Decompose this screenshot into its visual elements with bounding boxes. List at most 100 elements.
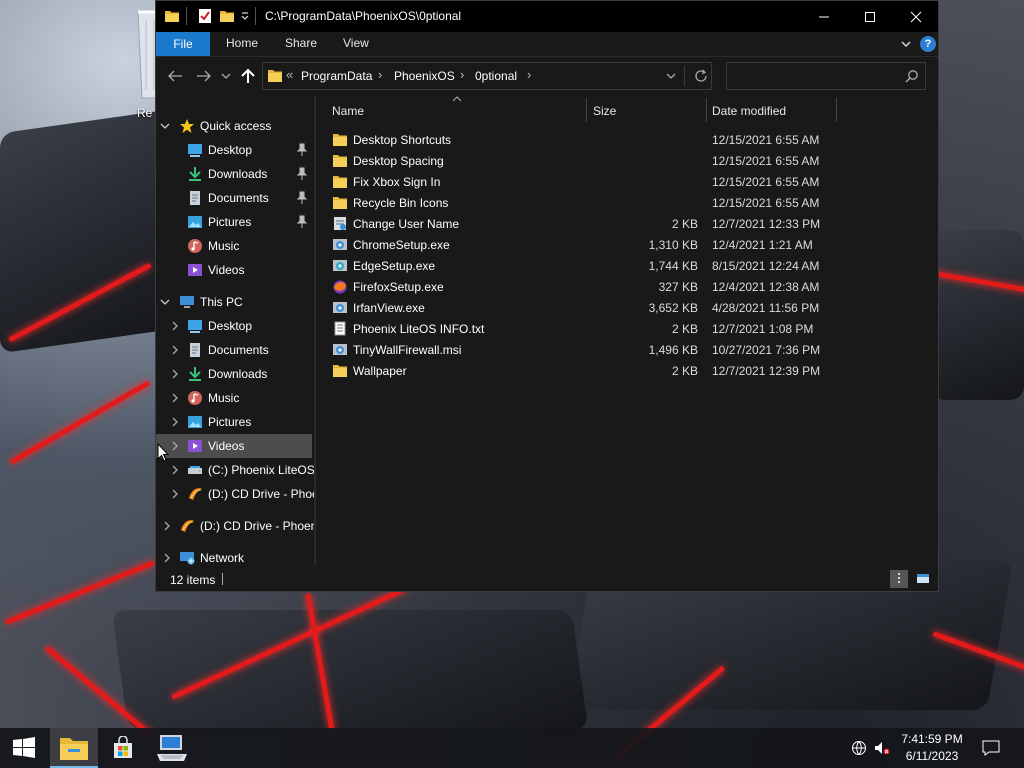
file-row[interactable]: Wallpaper 2 KB 12/7/2021 12:39 PM bbox=[324, 360, 824, 381]
taskbar-computer[interactable] bbox=[148, 728, 196, 768]
nav-item-network[interactable]: Network bbox=[156, 546, 312, 566]
chevron-right-icon[interactable] bbox=[162, 520, 172, 532]
breadcrumb-item[interactable]: ProgramData bbox=[301, 69, 372, 83]
recent-locations-icon[interactable] bbox=[220, 68, 232, 84]
chevron-right-icon[interactable] bbox=[170, 488, 180, 500]
breadcrumb-item[interactable]: PhoenixOS bbox=[394, 69, 455, 83]
nav-item-pc-pictures[interactable]: Pictures bbox=[156, 410, 312, 434]
refresh-icon[interactable] bbox=[693, 68, 709, 84]
file-row[interactable]: ChromeSetup.exe 1,310 KB 12/4/2021 1:21 … bbox=[324, 234, 824, 255]
breadcrumb-item[interactable]: 0ptional bbox=[475, 69, 517, 83]
minimize-button[interactable] bbox=[801, 1, 847, 32]
help-button[interactable]: ? bbox=[920, 36, 936, 52]
nav-item-pc-documents[interactable]: Documents bbox=[156, 338, 312, 362]
chevron-right-icon[interactable] bbox=[170, 344, 180, 356]
pin-icon[interactable] bbox=[296, 191, 308, 205]
start-button[interactable] bbox=[0, 728, 48, 768]
file-row[interactable]: IrfanView.exe 3,652 KB 4/28/2021 11:56 P… bbox=[324, 297, 824, 318]
chevron-down-icon[interactable] bbox=[160, 296, 170, 308]
nav-item-videos[interactable]: Videos bbox=[156, 258, 312, 282]
nav-item-music[interactable]: Music bbox=[156, 234, 312, 258]
expand-ribbon-icon[interactable] bbox=[898, 36, 914, 52]
network-globe-icon[interactable] bbox=[851, 740, 867, 756]
tab-file[interactable]: File bbox=[156, 32, 210, 56]
file-list: Name Size Date modified Desktop Shortcut… bbox=[316, 96, 938, 566]
tab-view[interactable]: View bbox=[343, 36, 369, 52]
pin-icon[interactable] bbox=[296, 167, 308, 181]
breadcrumb-separator[interactable]: › bbox=[460, 67, 464, 82]
chevron-right-icon[interactable] bbox=[170, 320, 180, 332]
search-input[interactable] bbox=[731, 67, 903, 87]
forward-icon[interactable] bbox=[195, 68, 213, 84]
nav-item-pc-downloads[interactable]: Downloads bbox=[156, 362, 312, 386]
column-divider[interactable] bbox=[836, 98, 837, 122]
volume-muted-icon[interactable] bbox=[874, 740, 890, 756]
pin-icon[interactable] bbox=[296, 215, 308, 229]
chevron-right-icon[interactable] bbox=[162, 552, 172, 564]
column-header-size[interactable]: Size bbox=[587, 96, 706, 124]
nav-item-drive-d[interactable]: (D:) CD Drive - Phoe bbox=[156, 482, 314, 506]
file-size: 1,310 KB bbox=[648, 238, 698, 252]
breadcrumb-separator[interactable]: › bbox=[378, 67, 382, 82]
properties-icon[interactable] bbox=[197, 8, 213, 24]
nav-item-desktop[interactable]: Desktop bbox=[156, 138, 312, 162]
column-header-date[interactable]: Date modified bbox=[707, 96, 836, 124]
nav-item-pictures[interactable]: Pictures bbox=[156, 210, 312, 234]
file-row[interactable]: Desktop Shortcuts 12/15/2021 6:55 AM bbox=[324, 129, 824, 150]
tab-home[interactable]: Home bbox=[226, 36, 258, 52]
close-icon bbox=[910, 11, 922, 22]
file-size: 1,496 KB bbox=[648, 343, 698, 357]
file-row[interactable]: Fix Xbox Sign In 12/15/2021 6:55 AM bbox=[324, 171, 824, 192]
notification-center-icon[interactable] bbox=[982, 739, 1000, 757]
large-icons-view-icon[interactable] bbox=[914, 570, 932, 588]
pin-icon[interactable] bbox=[296, 143, 308, 157]
nav-item-downloads[interactable]: Downloads bbox=[156, 162, 312, 186]
close-button[interactable] bbox=[893, 1, 939, 32]
dropdown-icon[interactable] bbox=[240, 8, 250, 24]
file-row[interactable]: FirefoxSetup.exe 327 KB 12/4/2021 12:38 … bbox=[324, 276, 824, 297]
nav-item-this-pc[interactable]: This PC bbox=[156, 290, 312, 314]
taskbar-file-explorer[interactable] bbox=[50, 728, 98, 768]
start-icon bbox=[13, 737, 35, 758]
nav-item-quick-access[interactable]: Quick access bbox=[156, 114, 312, 138]
file-row[interactable]: Change User Name 2 KB 12/7/2021 12:33 PM bbox=[324, 213, 824, 234]
chevron-right-icon[interactable] bbox=[170, 392, 180, 404]
details-view-icon[interactable] bbox=[890, 570, 908, 588]
chevron-right-icon[interactable] bbox=[170, 368, 180, 380]
nav-item-pc-desktop[interactable]: Desktop bbox=[156, 314, 312, 338]
file-explorer-window[interactable]: C:\ProgramData\PhoenixOS\0ptional File H… bbox=[155, 0, 939, 592]
back-icon[interactable] bbox=[166, 68, 184, 84]
chevron-right-icon[interactable] bbox=[170, 440, 180, 452]
file-row[interactable]: Desktop Spacing 12/15/2021 6:55 AM bbox=[324, 150, 824, 171]
nav-item-documents[interactable]: Documents bbox=[156, 186, 312, 210]
nav-item-pc-videos[interactable]: Videos bbox=[156, 434, 312, 458]
column-header-name[interactable]: Name bbox=[316, 96, 586, 124]
search-icon[interactable] bbox=[905, 69, 919, 83]
maximize-button[interactable] bbox=[847, 1, 893, 32]
nav-item-pc-music[interactable]: Music bbox=[156, 386, 312, 410]
file-row[interactable]: Phoenix LiteOS INFO.txt 2 KB 12/7/2021 1… bbox=[324, 318, 824, 339]
nav-item-drive-c[interactable]: (C:) Phoenix LiteOS bbox=[156, 458, 314, 482]
search-box[interactable] bbox=[726, 62, 926, 90]
downloads-icon bbox=[189, 167, 201, 181]
folder-icon bbox=[333, 155, 347, 167]
nav-item-cd-drive[interactable]: (D:) CD Drive - Phoen bbox=[156, 514, 314, 538]
breadcrumb-separator[interactable]: › bbox=[527, 67, 531, 82]
file-row[interactable]: EdgeSetup.exe 1,744 KB 8/15/2021 12:24 A… bbox=[324, 255, 824, 276]
new-folder-icon[interactable] bbox=[219, 8, 235, 24]
file-row[interactable]: Recycle Bin Icons 12/15/2021 6:55 AM bbox=[324, 192, 824, 213]
breadcrumb-overflow[interactable]: « bbox=[286, 67, 293, 82]
address-dropdown-icon[interactable] bbox=[663, 67, 679, 85]
file-row[interactable]: TinyWallFirewall.msi 1,496 KB 10/27/2021… bbox=[324, 339, 824, 360]
address-bar[interactable]: « ProgramData › PhoenixOS › 0ptional › bbox=[262, 62, 712, 90]
chevron-right-icon[interactable] bbox=[170, 416, 180, 428]
tab-share[interactable]: Share bbox=[285, 36, 317, 52]
videos-icon bbox=[188, 440, 202, 452]
file-size: 1,744 KB bbox=[648, 259, 698, 273]
title-bar[interactable]: C:\ProgramData\PhoenixOS\0ptional bbox=[156, 1, 938, 32]
taskbar-clock[interactable]: 7:41:59 PM 6/11/2023 bbox=[896, 731, 968, 765]
chevron-down-icon[interactable] bbox=[160, 120, 170, 132]
up-icon[interactable] bbox=[239, 68, 257, 84]
chevron-right-icon[interactable] bbox=[170, 464, 180, 476]
taskbar-store[interactable] bbox=[99, 728, 147, 768]
